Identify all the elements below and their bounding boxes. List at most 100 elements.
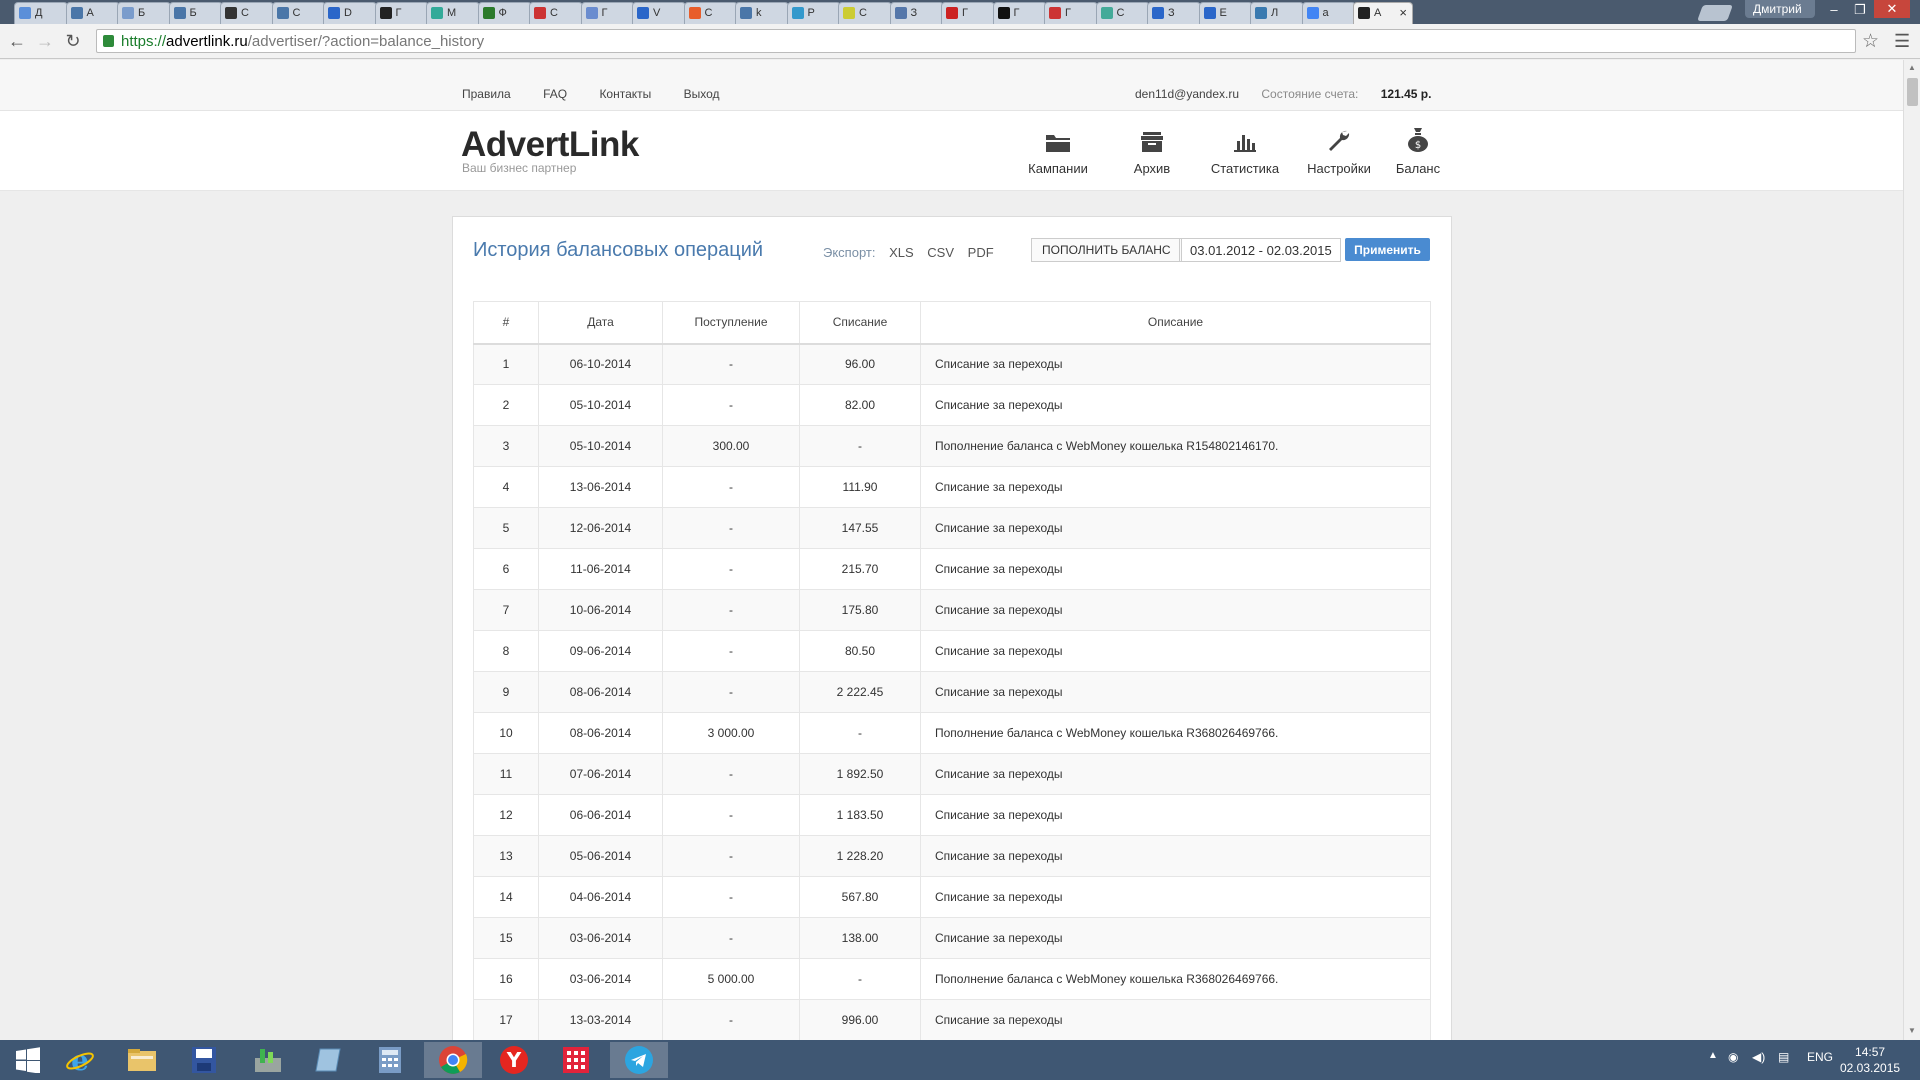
nav-item-balance[interactable]: $ Баланс [1378,127,1458,176]
browser-tab[interactable]: Г [1044,2,1098,24]
browser-tab[interactable]: Г [374,2,429,24]
chrome-icon[interactable] [424,1042,482,1078]
browser-tab[interactable]: З [889,2,944,24]
browser-menu-icon[interactable]: ☰ [1894,31,1910,52]
new-tab-button[interactable] [1697,5,1733,21]
browser-tab[interactable]: A × [1353,2,1413,24]
forward-icon[interactable]: → [34,31,56,52]
save-app-icon[interactable] [176,1042,232,1078]
scrollbar-thumb[interactable] [1907,78,1918,106]
close-window-icon[interactable]: ✕ [1874,0,1910,18]
browser-tab[interactable]: Б [168,2,223,24]
profile-button[interactable]: Дмитрий [1745,0,1815,18]
cell-income: - [662,671,800,713]
nav-item-settings[interactable]: Настройки [1291,127,1387,176]
site-logo[interactable]: AdvertLink [461,125,639,165]
tab-favicon-icon [1203,7,1216,19]
cell-expense: 215.70 [799,548,921,590]
link-contacts[interactable]: Контакты [599,87,651,101]
network-icon[interactable]: ▤ [1778,1050,1789,1064]
browser-tab[interactable]: Д [14,2,68,24]
table-row: 4 13-06-2014-111.90 Списание за переходы [473,466,1431,508]
cell-description: Списание за переходы [920,384,1431,426]
user-email[interactable]: den11d@yandex.ru [1135,87,1239,101]
browser-tab[interactable]: З [1147,2,1201,24]
file-explorer-icon[interactable] [114,1042,170,1078]
date-range-input[interactable]: 03.01.2012 - 02.03.2015 [1179,238,1341,262]
nav-item-campaigns[interactable]: Кампании [1010,127,1106,176]
link-rules[interactable]: Правила [462,87,511,101]
col-date[interactable]: Дата [538,301,663,345]
maximize-icon[interactable]: ❐ [1846,2,1874,18]
recycle-app-icon[interactable] [238,1042,298,1078]
close-tab-icon[interactable]: × [1399,5,1407,20]
cell-income: - [662,917,800,959]
browser-tab[interactable]: С [1095,2,1150,24]
calculator-icon[interactable] [362,1042,418,1078]
topup-balance-button[interactable]: ПОПОЛНИТЬ БАЛАНС [1031,238,1182,262]
clock-date: 02.03.2015 [1840,1061,1901,1075]
table-row: 15 03-06-2014-138.00 Списание за переходы [473,917,1431,959]
tab-title: Б [138,7,146,19]
address-bar[interactable]: https://advertlink.ru/advertiser/?action… [96,29,1856,53]
export-xls-link[interactable]: XLS [889,245,914,260]
page-scrollbar[interactable]: ▲ ▼ [1903,60,1920,1040]
col-number[interactable]: # [473,301,539,345]
browser-tab[interactable]: k [735,2,789,24]
browser-tab[interactable]: E [1198,2,1253,24]
page-viewport: Правила FAQ Контакты Выход den11d@yandex… [0,60,1903,1040]
reload-icon[interactable]: ↻ [62,31,84,52]
browser-tab[interactable]: С [220,2,274,24]
browser-tab[interactable]: Л [1250,2,1304,24]
scroll-up-icon[interactable]: ▲ [1908,63,1916,72]
back-icon[interactable]: ← [6,31,28,52]
cell-income: - [662,876,800,918]
yandex-browser-icon[interactable]: Y [486,1042,542,1078]
apps-grid-icon[interactable] [548,1042,604,1078]
notepad-icon[interactable] [300,1042,356,1078]
apply-button[interactable]: Применить [1345,238,1430,261]
browser-tab[interactable]: Б [117,2,171,24]
browser-tab[interactable]: С [271,2,326,24]
browser-tab[interactable]: С [529,2,583,24]
col-description[interactable]: Описание [920,301,1431,345]
nav-item-archive[interactable]: Архив [1104,127,1200,176]
cell-date: 06-06-2014 [538,794,663,836]
cell-income: - [662,630,800,672]
link-logout[interactable]: Выход [684,87,720,101]
link-faq[interactable]: FAQ [543,87,567,101]
browser-tab[interactable]: D [323,2,377,24]
internet-explorer-icon[interactable]: e [52,1042,108,1078]
steam-tray-icon[interactable]: ◉ [1728,1050,1738,1064]
nav-label: Настройки [1307,161,1371,176]
scroll-down-icon[interactable]: ▼ [1908,1026,1916,1035]
browser-tab[interactable]: Г [941,2,995,24]
minimize-icon[interactable]: – [1820,2,1848,17]
browser-tab[interactable]: С [683,2,738,24]
tab-title: Б [189,7,197,19]
cell-expense: - [799,958,921,1000]
nav-item-statistics[interactable]: Статистика [1197,127,1293,176]
browser-tab[interactable]: Ф [477,2,532,24]
browser-tab[interactable]: Г [992,2,1047,24]
telegram-icon[interactable] [610,1042,668,1078]
browser-tab[interactable]: V [632,2,686,24]
browser-tab[interactable]: a [1301,2,1356,24]
browser-tab[interactable]: М [426,2,480,24]
language-indicator[interactable]: ENG [1807,1050,1833,1064]
bookmark-star-icon[interactable]: ☆ [1862,30,1879,53]
col-income[interactable]: Поступление [662,301,800,345]
cell-number: 13 [473,835,539,877]
export-csv-link[interactable]: CSV [927,245,954,260]
clock[interactable]: 14:57 02.03.2015 [1840,1044,1900,1076]
browser-tab[interactable]: Р [786,2,841,24]
col-expense[interactable]: Списание [799,301,921,345]
start-icon[interactable] [0,1042,56,1078]
browser-tab[interactable]: Г [580,2,635,24]
browser-tab[interactable]: С [838,2,892,24]
volume-icon[interactable]: ◀) [1752,1050,1765,1064]
cell-number: 15 [473,917,539,959]
browser-tab[interactable]: А [65,2,120,24]
tray-expand-icon[interactable]: ▲ [1708,1050,1718,1061]
export-pdf-link[interactable]: PDF [968,245,994,260]
